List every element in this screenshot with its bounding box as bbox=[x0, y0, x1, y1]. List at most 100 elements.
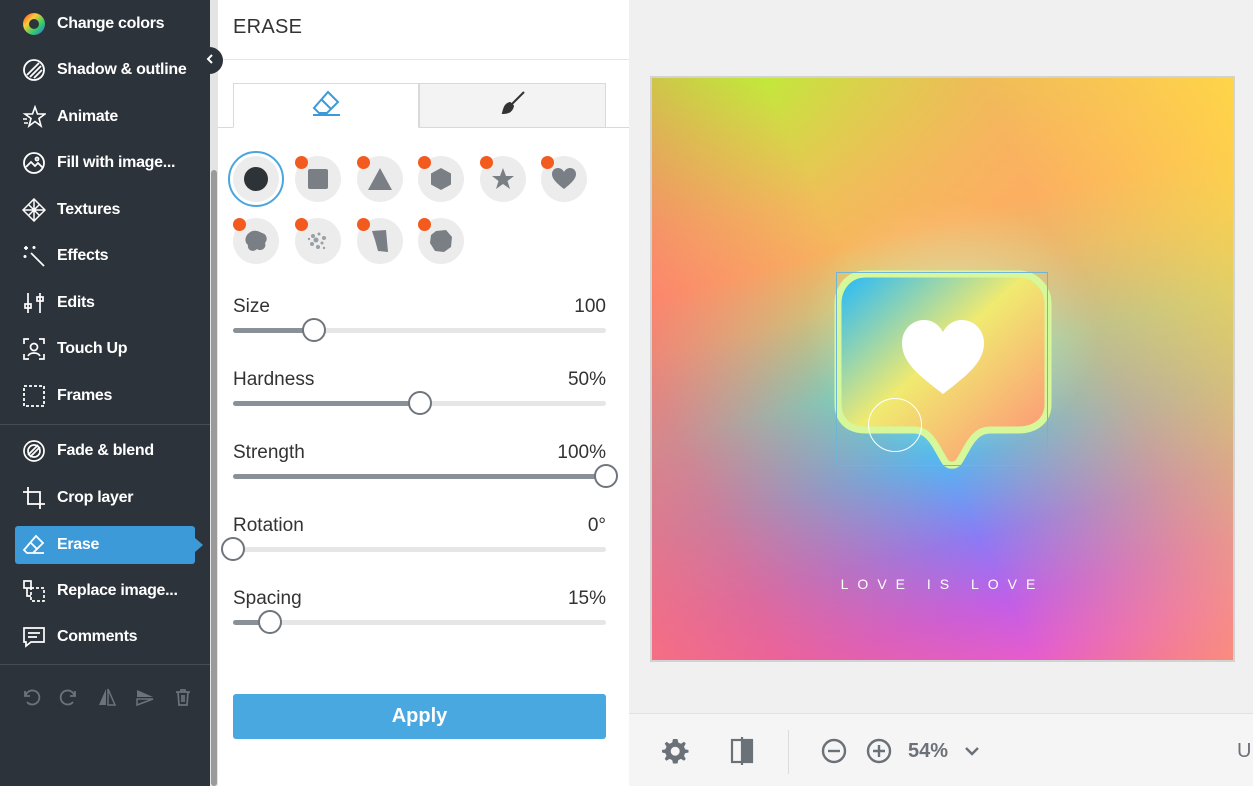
sidebar-item-label: Textures bbox=[57, 201, 121, 218]
slider-value: 100 bbox=[574, 296, 606, 317]
selection-box[interactable] bbox=[836, 272, 1048, 466]
brush-shape-star[interactable] bbox=[480, 156, 526, 202]
brush-shape-splat[interactable] bbox=[418, 218, 464, 264]
artboard[interactable]: LOVE IS LOVE bbox=[650, 76, 1235, 662]
pro-badge bbox=[357, 156, 370, 169]
color-wheel-icon bbox=[21, 11, 47, 37]
sidebar-item-erase[interactable]: Erase bbox=[15, 526, 203, 564]
sidebar-item-label: Change colors bbox=[57, 15, 165, 32]
slider-label: Size bbox=[233, 296, 270, 317]
sidebar-item-shadow-outline[interactable]: Shadow & outline bbox=[15, 51, 195, 89]
sidebar-item-label: Comments bbox=[57, 628, 138, 645]
sidebar-item-animate[interactable]: Animate bbox=[15, 98, 195, 136]
slider-track[interactable] bbox=[233, 464, 618, 488]
chevron-left-icon bbox=[204, 52, 216, 70]
crop-icon bbox=[21, 485, 47, 511]
collapse-sidebar-button[interactable] bbox=[196, 47, 223, 74]
brush-shape-hexagon[interactable] bbox=[418, 156, 464, 202]
slider-track[interactable] bbox=[233, 610, 606, 634]
slider-label: Rotation bbox=[233, 515, 304, 536]
texture-icon bbox=[21, 197, 47, 223]
sidebar-item-label: Shadow & outline bbox=[57, 61, 187, 78]
brush-shape-shard[interactable] bbox=[357, 218, 403, 264]
brush-shape-heart[interactable] bbox=[541, 156, 587, 202]
trash-icon[interactable] bbox=[172, 686, 194, 708]
zoom-out-icon[interactable] bbox=[819, 736, 849, 766]
compare-icon[interactable] bbox=[727, 736, 757, 766]
slider-fill bbox=[233, 474, 606, 479]
sidebar-item-comments[interactable]: Comments bbox=[15, 618, 195, 656]
slider-fill bbox=[233, 401, 420, 406]
brush-shape-spray[interactable] bbox=[295, 218, 341, 264]
apply-button[interactable]: Apply bbox=[233, 694, 606, 739]
sidebar-item-label: Erase bbox=[57, 536, 100, 553]
zoom-level[interactable]: 54% bbox=[908, 740, 948, 763]
sliders-icon bbox=[21, 290, 47, 316]
scrollbar-thumb[interactable] bbox=[211, 170, 217, 786]
brush-shape-triangle[interactable] bbox=[357, 156, 403, 202]
zoom-in-icon[interactable] bbox=[864, 736, 894, 766]
slider-value: 50% bbox=[567, 369, 606, 390]
image-fill-icon bbox=[21, 150, 47, 176]
pro-badge bbox=[480, 156, 493, 169]
flip-vertical-icon[interactable] bbox=[134, 686, 156, 708]
redo-icon[interactable] bbox=[58, 686, 80, 708]
slider-handle[interactable] bbox=[594, 464, 618, 488]
tab-eraser[interactable] bbox=[233, 83, 419, 128]
sidebar-item-label: Replace image... bbox=[57, 582, 178, 599]
pro-badge bbox=[418, 218, 431, 231]
sidebar-item-replace-image[interactable]: Replace image... bbox=[15, 572, 195, 610]
sidebar-item-effects[interactable]: Effects bbox=[15, 237, 195, 275]
sidebar-item-fade-blend[interactable]: Fade & blend bbox=[15, 432, 195, 470]
brush-shape-circle[interactable] bbox=[228, 151, 284, 207]
sidebar-item-change-colors[interactable]: Change colors bbox=[15, 5, 195, 43]
sidebar-item-edits[interactable]: Edits bbox=[15, 284, 195, 322]
slider-track[interactable] bbox=[233, 391, 606, 415]
pro-badge bbox=[418, 156, 431, 169]
tagline-text[interactable]: LOVE IS LOVE bbox=[652, 576, 1233, 592]
slider-handle[interactable] bbox=[221, 537, 245, 561]
gear-icon[interactable] bbox=[660, 736, 690, 766]
slider-track[interactable] bbox=[233, 318, 606, 342]
slider-label: Spacing bbox=[233, 588, 302, 609]
eraser-icon bbox=[310, 89, 342, 122]
tab-brush[interactable] bbox=[419, 83, 606, 128]
slider-track[interactable] bbox=[221, 537, 606, 561]
brush-shape-blob[interactable] bbox=[233, 218, 279, 264]
sidebar-item-touch-up[interactable]: Touch Up bbox=[15, 330, 195, 368]
slider-handle[interactable] bbox=[407, 391, 432, 415]
slider-label: Hardness bbox=[233, 369, 315, 390]
sidebar-divider bbox=[0, 664, 210, 665]
toolbar-truncated-label[interactable]: U bbox=[1237, 740, 1251, 763]
divider bbox=[218, 59, 629, 60]
sidebar-scrollbar[interactable] bbox=[210, 0, 218, 786]
replace-icon bbox=[21, 578, 47, 604]
slider-value: 15% bbox=[567, 588, 606, 609]
sidebar-item-textures[interactable]: Textures bbox=[15, 191, 195, 229]
eraser-cursor bbox=[868, 398, 922, 452]
sidebar-item-fill-with-image[interactable]: Fill with image... bbox=[15, 144, 195, 182]
sidebar-item-label: Animate bbox=[57, 108, 119, 125]
pro-badge bbox=[541, 156, 554, 169]
face-scan-icon bbox=[21, 336, 47, 362]
flip-horizontal-icon[interactable] bbox=[96, 686, 118, 708]
shadow-icon bbox=[21, 57, 47, 83]
slider-handle[interactable] bbox=[258, 610, 283, 634]
undo-icon[interactable] bbox=[20, 686, 42, 708]
slider-handle[interactable] bbox=[302, 318, 327, 342]
star-icon bbox=[21, 104, 47, 130]
sidebar-divider bbox=[0, 424, 210, 425]
canvas-area: LOVE IS LOVE bbox=[629, 0, 1253, 713]
magic-wand-icon bbox=[21, 243, 47, 269]
sidebar-item-label: Effects bbox=[57, 247, 109, 264]
sidebar-item-frames[interactable]: Frames bbox=[15, 377, 195, 415]
toolbar-divider bbox=[788, 730, 789, 774]
chevron-down-icon[interactable] bbox=[957, 736, 987, 766]
frame-icon bbox=[21, 383, 47, 409]
pro-badge bbox=[295, 156, 308, 169]
brush-shape-square[interactable] bbox=[295, 156, 341, 202]
sidebar-item-crop-layer[interactable]: Crop layer bbox=[15, 479, 195, 517]
slider-label: Strength bbox=[233, 442, 305, 463]
sidebar-item-label: Fade & blend bbox=[57, 442, 154, 459]
sidebar-item-label: Crop layer bbox=[57, 489, 134, 506]
